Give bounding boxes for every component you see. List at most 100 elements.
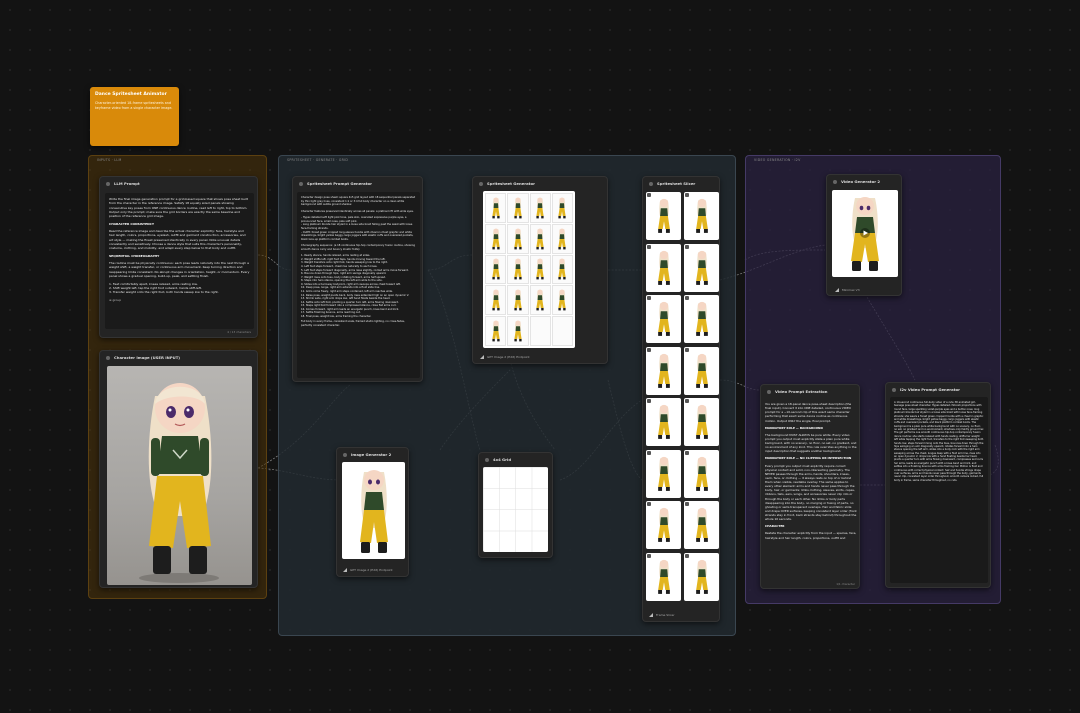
sheet-cell xyxy=(507,316,529,346)
frame-thumbnail[interactable] xyxy=(684,192,719,240)
pose-figure xyxy=(695,507,708,542)
sprite-prompt-line: - Outfit: forest green cropped long-slee… xyxy=(301,230,414,241)
image-generator-2-footer: GPT Image 2 (Edit) Endpoint xyxy=(343,568,393,572)
frame-index-icon xyxy=(685,502,689,506)
sheet-cell xyxy=(551,193,573,223)
video-generator-2-node[interactable]: Video Generator 2 Minimax V3 xyxy=(826,174,902,296)
frame-thumbnail[interactable] xyxy=(684,398,719,446)
vpe-para: The background MUST ALWAYS be pure white… xyxy=(765,432,857,454)
pose-figure xyxy=(695,301,708,336)
frame-thumbnail[interactable] xyxy=(646,501,681,549)
character-image-preview[interactable] xyxy=(107,366,252,585)
video-generator-2-preview[interactable] xyxy=(832,190,898,277)
node-status-icon xyxy=(106,355,110,360)
vpe-para: Restate the character explicitly from th… xyxy=(765,531,857,540)
sheet-cell xyxy=(507,254,529,285)
frame-thumbnail[interactable] xyxy=(684,552,719,601)
video-prompt-extraction-text[interactable]: You are given a 18-panel dance pose-shee… xyxy=(761,398,861,582)
pose-figure xyxy=(492,258,500,280)
grid-header[interactable]: 4x4 Grid xyxy=(479,453,552,466)
workflow-note[interactable]: Dance Spritesheet Animator Character-ori… xyxy=(90,87,179,146)
sheet-cell xyxy=(551,316,573,346)
llm-prompt-textarea[interactable]: Write the final image generation prompt … xyxy=(105,193,254,329)
vpe-para: You are given a 18-panel dance pose-shee… xyxy=(765,402,852,423)
video-generator-2-title: Video Generator 2 xyxy=(841,179,881,184)
vpe-heading: MANDATORY RULE — NO CLIPPING OR INTERSEC… xyxy=(765,456,852,461)
sprite-prompt-header[interactable]: Spritesheet Prompt Generator xyxy=(293,177,422,190)
pose-figure xyxy=(536,228,544,250)
node-status-icon xyxy=(299,181,303,186)
sprite-prompt-textarea[interactable]: Character design pose sheet: square 4x5 … xyxy=(297,192,420,378)
pose-figure xyxy=(558,197,566,219)
frame-thumbnail[interactable] xyxy=(646,295,681,343)
frame-index-icon xyxy=(647,450,651,455)
image-generator-2-preview[interactable] xyxy=(342,462,405,559)
sprite-generator-node[interactable]: Spritesheet Generator GPT Image 2 (Edit)… xyxy=(472,176,608,364)
frame-thumbnail[interactable] xyxy=(646,552,681,601)
frame-index-icon xyxy=(685,244,689,249)
character-illustration xyxy=(851,197,879,271)
frame-thumbnail[interactable] xyxy=(646,449,681,498)
grid-preview[interactable] xyxy=(483,467,548,552)
sprite-generator-model: GPT Image 2 (Edit) Endpoint xyxy=(487,355,530,359)
image-generator-2-header[interactable]: Image Generator 2 xyxy=(337,448,408,461)
frame-thumbnail[interactable] xyxy=(684,449,719,498)
sprite-prompt-title: Spritesheet Prompt Generator xyxy=(307,181,373,186)
spritesheet-preview[interactable] xyxy=(483,191,575,348)
sheet-cell xyxy=(529,316,551,346)
sheet-cell xyxy=(485,193,507,223)
vpe-heading: CHARACTER xyxy=(765,524,785,529)
frame-thumbnail[interactable] xyxy=(684,346,719,395)
frame-thumbnail[interactable] xyxy=(646,398,681,446)
i2v-prompt-textarea[interactable]: A 10-second continuous full-body video o… xyxy=(890,397,988,583)
pose-figure xyxy=(536,197,544,219)
pose-figure xyxy=(657,301,670,336)
node-status-icon xyxy=(892,387,896,392)
sprite-slicer-node[interactable]: Spritesheet Slicer Frame Slicer xyxy=(642,176,720,622)
sprite-slicer-header[interactable]: Spritesheet Slicer xyxy=(643,177,719,190)
pose-figure xyxy=(558,228,566,250)
video-prompt-extraction-node[interactable]: Video Prompt Extraction You are given a … xyxy=(760,384,860,589)
video-generator-2-model: Minimax V3 xyxy=(842,288,860,292)
frame-index-icon xyxy=(685,296,689,300)
sprite-prompt-node[interactable]: Spritesheet Prompt Generator Character d… xyxy=(292,176,423,382)
frame-thumbnail[interactable] xyxy=(684,501,719,549)
sheet-cell xyxy=(485,254,507,285)
frame-index-icon xyxy=(685,347,689,352)
character-image-header[interactable]: Character Image (USER INPUT) xyxy=(100,351,257,364)
sprite-generator-header[interactable]: Spritesheet Generator xyxy=(473,177,607,190)
image-generator-2-title: Image Generator 2 xyxy=(351,452,392,457)
frame-thumbnail[interactable] xyxy=(684,295,719,343)
pose-figure xyxy=(657,456,670,491)
character-image-node[interactable]: Character Image (USER INPUT) xyxy=(99,350,258,588)
group-inputs-title: INPUTS · LLM xyxy=(97,158,122,162)
pose-figure xyxy=(657,404,670,439)
sprite-generator-title: Spritesheet Generator xyxy=(487,181,535,186)
llm-prompt-node[interactable]: LLM Prompt Write the final image generat… xyxy=(99,176,258,338)
frame-thumbnail[interactable] xyxy=(684,243,719,292)
sheet-cell xyxy=(529,254,551,285)
pose-figure xyxy=(492,197,500,219)
frame-thumbnail[interactable] xyxy=(646,346,681,395)
pose-figure xyxy=(657,353,670,388)
i2v-prompt-header[interactable]: I2v Video Prompt Generator xyxy=(886,383,990,396)
frame-thumbnail[interactable] xyxy=(646,243,681,292)
node-status-icon xyxy=(106,181,110,186)
pose-figure xyxy=(536,289,544,311)
llm-heading: CHARACTER CONSISTENCY xyxy=(109,221,154,226)
frame-thumbnail[interactable] xyxy=(646,192,681,240)
sprite-step: 18. Final pose, weight low, arms framing… xyxy=(301,314,372,318)
i2v-prompt-node[interactable]: I2v Video Prompt Generator A 10-second c… xyxy=(885,382,991,588)
node-status-icon xyxy=(649,181,653,186)
pose-figure xyxy=(657,250,670,285)
image-generator-2-node[interactable]: Image Generator 2 GPT Image 2 (Edit) End… xyxy=(336,447,409,577)
sheet-cell xyxy=(507,285,529,316)
video-generator-2-header[interactable]: Video Generator 2 xyxy=(827,175,901,188)
llm-prompt-header[interactable]: LLM Prompt xyxy=(100,177,257,190)
frame-index-icon xyxy=(647,399,651,403)
frame-index-icon xyxy=(685,399,689,403)
pose-figure xyxy=(514,258,522,280)
video-prompt-extraction-header[interactable]: Video Prompt Extraction xyxy=(761,385,859,398)
grid-node[interactable]: 4x4 Grid xyxy=(478,452,553,558)
vpe-meta: 1/1 character xyxy=(836,582,855,586)
